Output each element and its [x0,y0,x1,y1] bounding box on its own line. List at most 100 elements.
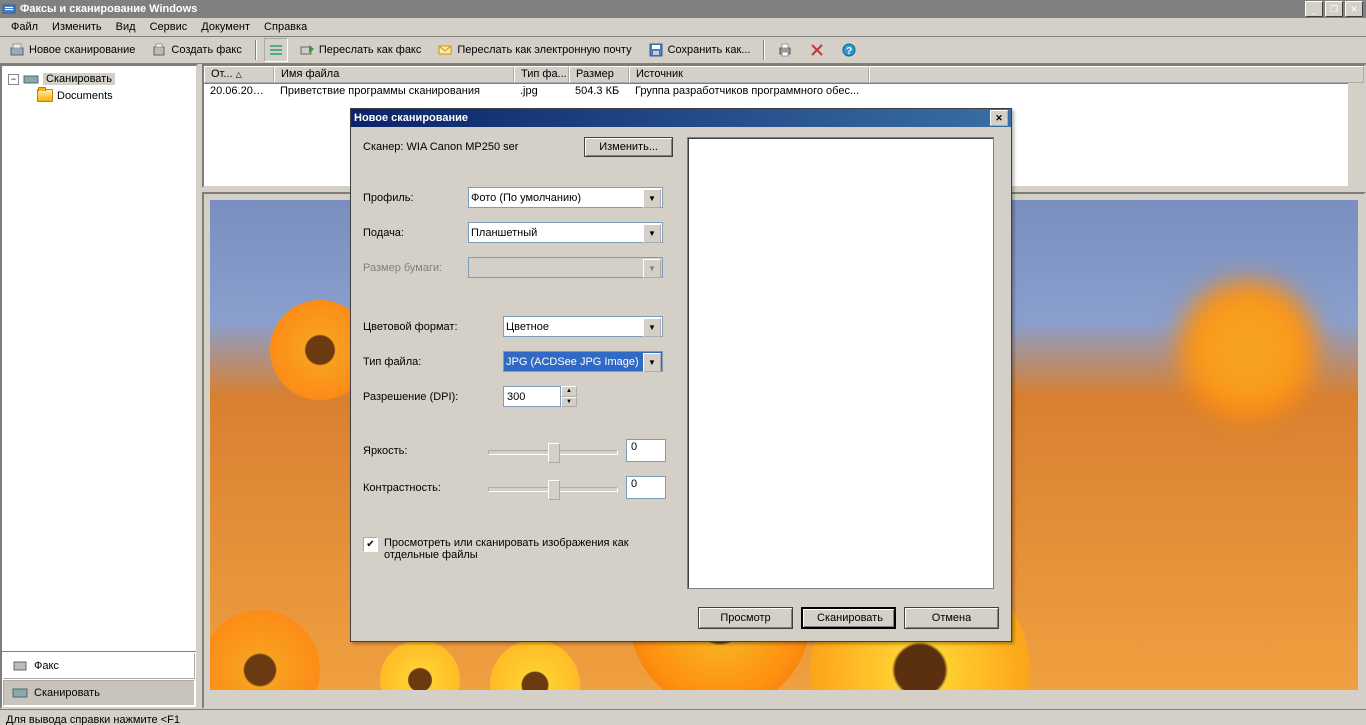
cancel-button[interactable]: Отмена [904,607,999,629]
cell-size: 504.3 КБ [569,85,629,97]
feed-select[interactable]: Планшетный▼ [468,222,663,243]
brightness-slider[interactable] [488,441,618,461]
menu-view[interactable]: Вид [109,19,143,35]
tree-documents-node[interactable]: Documents [36,88,192,103]
forward-fax-icon [299,42,315,58]
menu-edit[interactable]: Изменить [45,19,109,35]
col-filename[interactable]: Имя файла [274,66,514,83]
help-button[interactable]: ? [836,40,862,60]
dialog-close-button[interactable]: ✕ [990,110,1008,126]
folder-icon [37,89,53,102]
save-as-button[interactable]: Сохранить как... [643,40,756,60]
preview-button[interactable]: Просмотр [698,607,793,629]
scan-view-button[interactable]: Сканировать [3,680,195,706]
list-scrollbar[interactable] [1348,83,1364,186]
cell-filetype: .jpg [514,85,569,97]
brightness-value[interactable]: 0 [626,439,666,462]
dialog-form: Сканер: WIA Canon MP250 ser Изменить... … [363,137,673,589]
spin-up-button[interactable]: ▲ [561,386,577,397]
dialog-preview-area [687,137,994,589]
forward-email-label: Переслать как электронную почту [457,44,631,56]
toolbar-separator-2 [763,40,764,60]
minimize-button[interactable]: _ [1305,1,1323,17]
app-titlebar: Факсы и сканирование Windows _ ❐ ✕ [0,0,1366,18]
dropdown-arrow-icon: ▼ [643,224,661,243]
toolbar-separator [255,40,256,60]
cell-sent: 20.06.201... [204,85,274,97]
scan-view-icon [12,685,28,701]
scanner-info: Сканер: WIA Canon MP250 ser [363,141,584,153]
svg-text:?: ? [846,46,852,57]
collapse-icon[interactable]: − [8,74,19,85]
statusbar-hint: Для вывода справки нажмите <F1 [6,714,180,725]
forward-email-button[interactable]: Переслать как электронную почту [432,40,636,60]
new-scan-label: Новое сканирование [29,44,135,56]
close-button[interactable]: ✕ [1345,1,1363,17]
app-title: Факсы и сканирование Windows [20,3,1305,15]
separate-files-label: Просмотреть или сканировать изображения … [384,537,673,561]
col-sent[interactable]: От... △ [204,66,274,83]
dropdown-arrow-icon: ▼ [643,189,661,208]
statusbar: Для вывода справки нажмите <F1 [0,709,1366,725]
slider-thumb[interactable] [548,480,560,500]
fax-view-label: Факс [34,660,59,672]
dropdown-arrow-icon: ▼ [643,259,661,278]
spin-down-button[interactable]: ▼ [561,397,577,408]
print-button[interactable] [772,40,798,60]
profile-select[interactable]: Фото (По умолчанию)▼ [468,187,663,208]
forward-fax-button[interactable]: Переслать как факс [294,40,427,60]
list-header: От... △ Имя файла Тип фа... Размер Источ… [204,66,1364,84]
email-icon [437,42,453,58]
filetype-label: Тип файла: [363,356,503,368]
toolbar: Новое сканирование Создать факс Переслат… [0,37,1366,64]
menu-document[interactable]: Документ [194,19,257,35]
contrast-slider[interactable] [488,478,618,498]
dialog-title: Новое сканирование [354,112,990,124]
scanner-icon [9,42,25,58]
dialog-titlebar[interactable]: Новое сканирование ✕ [351,109,1011,127]
dpi-spinner[interactable]: ▲ ▼ [503,386,577,407]
tree-documents-label: Documents [57,90,113,102]
app-icon [2,2,16,16]
list-icon [268,42,284,58]
help-icon: ? [841,42,857,58]
menu-help[interactable]: Справка [257,19,314,35]
scan-button[interactable]: Сканировать [801,607,896,629]
new-fax-button[interactable]: Создать факс [146,40,246,60]
sidebar: − Сканировать Documents Факс Сканировать [0,64,198,709]
delete-button[interactable] [804,40,830,60]
col-filetype[interactable]: Тип фа... [514,66,569,83]
maximize-button[interactable]: ❐ [1325,1,1343,17]
slider-thumb[interactable] [548,443,560,463]
color-select[interactable]: Цветное▼ [503,316,663,337]
new-fax-label: Создать факс [171,44,241,56]
col-spacer[interactable] [869,66,1364,83]
view-mode-button[interactable] [264,38,288,62]
profile-label: Профиль: [363,192,468,204]
menu-file[interactable]: Файл [4,19,45,35]
filetype-select[interactable]: JPG (ACDSee JPG Image)▼ [503,351,663,372]
folder-tree: − Сканировать Documents [2,66,196,651]
fax-view-button[interactable]: Факс [3,653,195,679]
col-size[interactable]: Размер [569,66,629,83]
scanner-tree-icon [23,71,39,87]
contrast-value[interactable]: 0 [626,476,666,499]
separate-files-checkbox[interactable]: ✔ [363,537,378,552]
fax-icon [151,42,167,58]
dpi-label: Разрешение (DPI): [363,391,503,403]
col-source[interactable]: Источник [629,66,869,83]
list-row[interactable]: 20.06.201... Приветствие программы скани… [204,84,1364,98]
new-scan-button[interactable]: Новое сканирование [4,40,140,60]
menu-tools[interactable]: Сервис [143,19,195,35]
fax-view-icon [12,658,28,674]
print-icon [777,42,793,58]
dpi-input[interactable] [503,386,561,407]
dropdown-arrow-icon: ▼ [643,318,661,337]
change-scanner-button[interactable]: Изменить... [584,137,673,157]
save-icon [648,42,664,58]
tree-scan-node[interactable]: − Сканировать [6,70,192,88]
scan-view-label: Сканировать [34,687,100,699]
contrast-label: Контрастность: [363,482,488,494]
menubar: Файл Изменить Вид Сервис Документ Справк… [0,18,1366,37]
sort-asc-icon: △ [236,70,242,79]
